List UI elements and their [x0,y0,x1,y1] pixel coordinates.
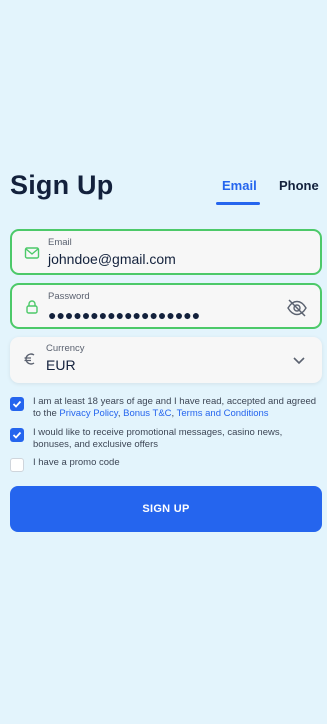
promo-code-checkbox[interactable] [10,458,24,472]
currency-value: EUR [46,357,76,373]
email-field[interactable]: Email johndoe@gmail.com [10,229,322,275]
password-field[interactable]: Password ●●●●●●●●●●●●●●●●●● [10,283,322,329]
password-label: Password [48,291,90,302]
tab-phone[interactable]: Phone [279,178,319,193]
tab-email[interactable]: Email [222,178,257,193]
bonus-tc-link[interactable]: Bonus T&C [123,408,171,419]
currency-label: Currency [46,343,85,354]
promo-code-text: I have a promo code [33,457,120,468]
chevron-down-icon[interactable] [288,349,310,371]
euro-icon [22,351,38,367]
tab-active-indicator [216,202,260,205]
promo-messages-text: I would like to receive promotional mess… [33,427,283,450]
lock-icon [24,299,40,315]
email-value[interactable]: johndoe@gmail.com [48,251,176,267]
mail-icon [24,245,40,261]
consent-text: I am at least 18 years of age and I have… [33,396,317,419]
sign-up-button[interactable]: SIGN UP [10,486,322,532]
email-label: Email [48,237,72,248]
currency-select[interactable]: Currency EUR [10,337,322,383]
page-title: Sign Up [10,170,114,200]
consent-checkbox[interactable] [10,397,24,411]
password-value[interactable]: ●●●●●●●●●●●●●●●●●● [48,307,200,323]
check-icon [12,400,22,408]
promo-messages-checkbox[interactable] [10,428,24,442]
eye-off-icon[interactable] [286,297,308,319]
privacy-policy-link[interactable]: Privacy Policy [59,408,117,419]
terms-link[interactable]: Terms and Conditions [177,408,269,419]
check-icon [12,431,22,439]
